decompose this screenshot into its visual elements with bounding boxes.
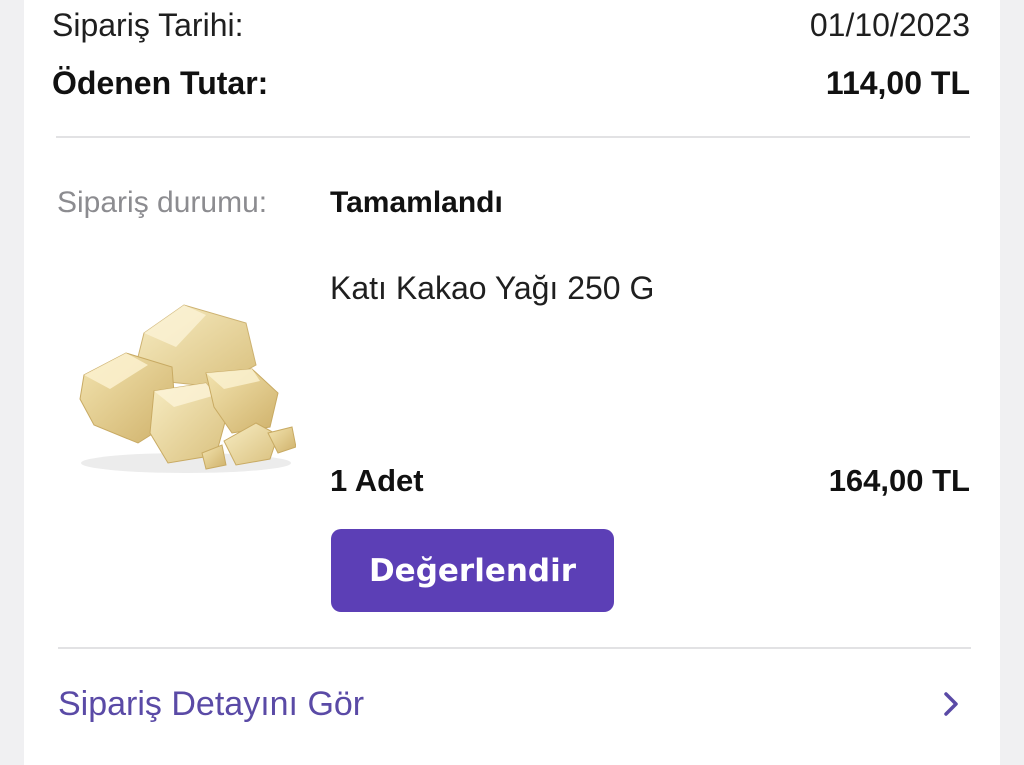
chevron-right-icon xyxy=(938,689,964,719)
paid-amount-row: Ödenen Tutar: 114,00 TL xyxy=(52,61,970,105)
order-date-row: Sipariş Tarihi: 01/10/2023 xyxy=(52,5,970,45)
paid-amount-label: Ödenen Tutar: xyxy=(52,64,269,101)
order-status-label: Sipariş durumu: xyxy=(57,186,268,219)
order-detail-label: Sipariş Detayını Gör xyxy=(58,684,365,723)
product-quantity: 1 Adet xyxy=(330,463,424,498)
order-date-label: Sipariş Tarihi: xyxy=(52,6,244,43)
product-name[interactable]: Katı Kakao Yağı 250 G xyxy=(330,270,654,307)
order-status-value: Tamamlandı xyxy=(330,186,503,219)
rate-button[interactable]: Değerlendir xyxy=(331,529,614,612)
order-date-value: 01/10/2023 xyxy=(809,6,970,43)
cocoa-butter-image[interactable] xyxy=(56,295,297,480)
divider xyxy=(56,136,970,138)
product-price: 164,00 TL xyxy=(828,463,970,498)
order-card: Sipariş Tarihi: 01/10/2023 Ödenen Tutar:… xyxy=(24,0,1000,765)
order-detail-link[interactable]: Sipariş Detayını Gör xyxy=(58,668,970,740)
paid-amount-value: 114,00 TL xyxy=(825,64,970,101)
divider xyxy=(58,647,971,649)
